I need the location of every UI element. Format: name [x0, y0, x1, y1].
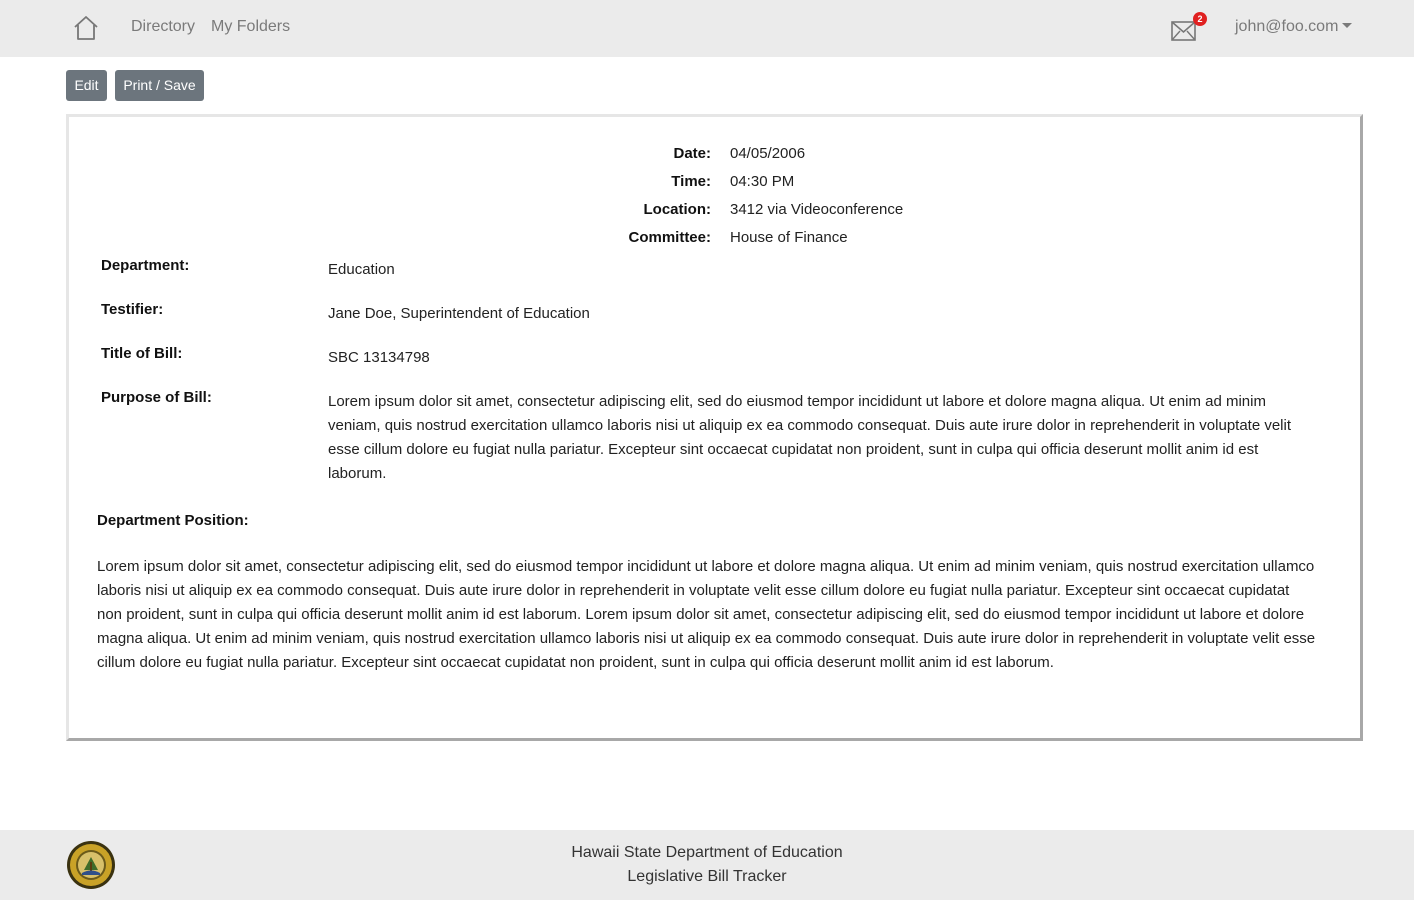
nav-link-my-folders[interactable]: My Folders [211, 17, 290, 37]
testifier-label: Testifier: [101, 301, 164, 318]
bill-title-label: Title of Bill: [101, 345, 183, 362]
footer-app-name: Legislative Bill Tracker [627, 868, 787, 885]
caret-down-icon [1342, 23, 1353, 28]
location-value: 3412 via Videoconference [730, 201, 904, 218]
department-value: Education [328, 261, 395, 278]
bill-title-value: SBC 13134798 [328, 349, 430, 366]
top-navbar: Directory My Folders 2 john@foo.com [0, 0, 1414, 57]
user-email: john@foo.com [1235, 18, 1339, 35]
location-label: Location: [643, 201, 712, 218]
date-label: Date: [673, 145, 711, 162]
department-position-label: Department Position: [97, 512, 249, 529]
nav-link-directory[interactable]: Directory [131, 17, 195, 37]
bill-purpose-value: Lorem ipsum dolor sit amet, consectetur … [328, 393, 1292, 482]
time-value: 04:30 PM [730, 173, 795, 190]
print-save-button[interactable]: Print / Save [115, 70, 204, 101]
time-label: Time: [671, 173, 711, 190]
testimony-document: Date: 04/05/2006 Time: 04:30 PM Location… [66, 114, 1363, 741]
bill-purpose-label: Purpose of Bill: [101, 389, 212, 406]
committee-label: Committee: [628, 229, 711, 246]
user-menu-dropdown[interactable]: john@foo.com [1235, 17, 1353, 37]
edit-button[interactable]: Edit [66, 70, 107, 101]
unread-count-badge: 2 [1193, 12, 1207, 26]
testifier-value: Jane Doe, Superintendent of Education [328, 305, 590, 322]
mail-button[interactable]: 2 [1169, 12, 1209, 44]
committee-value: House of Finance [730, 229, 848, 246]
department-position-text: Lorem ipsum dolor sit amet, consectetur … [97, 558, 1316, 671]
date-value: 04/05/2006 [730, 145, 806, 162]
footer: Hawaii State Department of Education Leg… [0, 830, 1414, 900]
footer-organization: Hawaii State Department of Education [571, 844, 843, 861]
department-label: Department: [101, 257, 190, 274]
home-icon[interactable] [72, 14, 100, 42]
